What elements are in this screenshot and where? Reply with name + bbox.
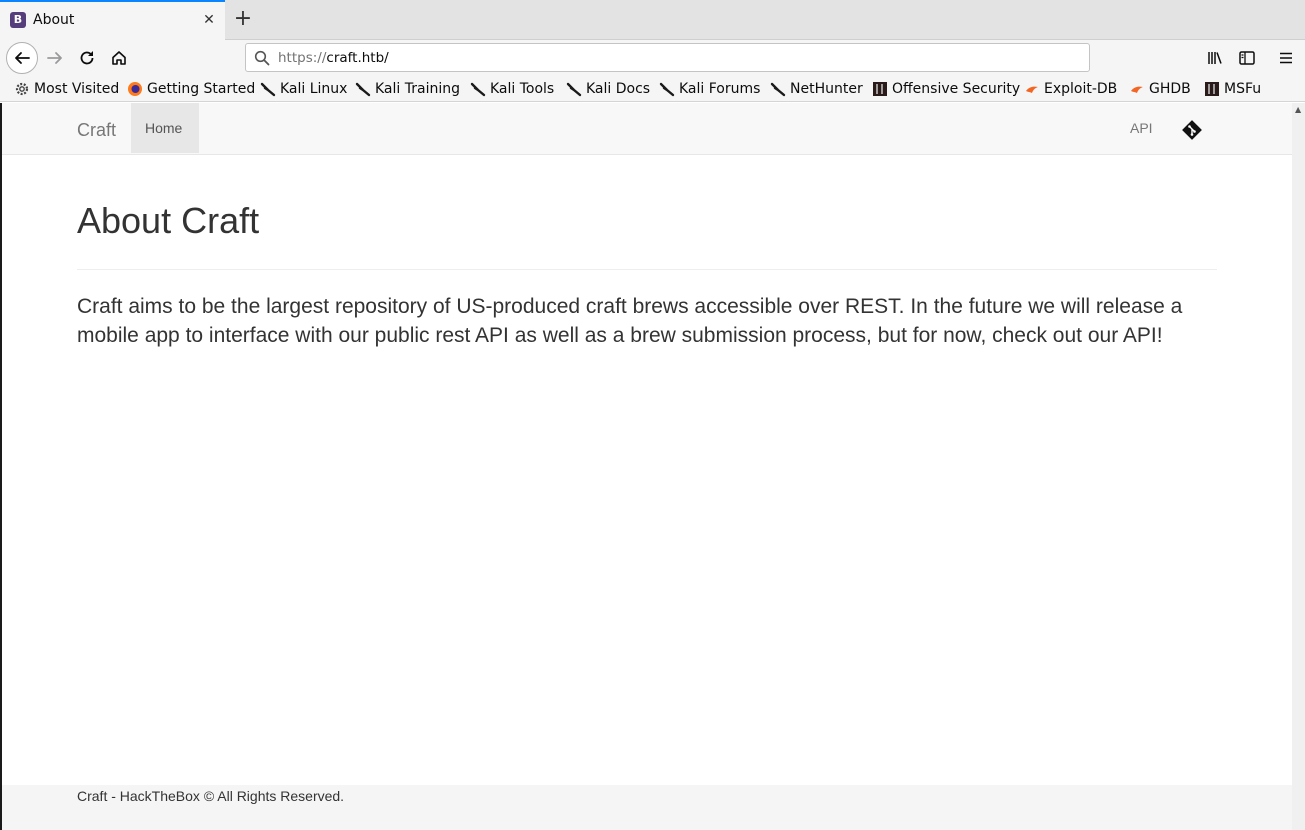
bookmark-kali-training[interactable]: Kali Training xyxy=(355,80,460,98)
browser-toolbar: https://craft.htb/ xyxy=(0,40,1305,76)
bookmark-kali-linux[interactable]: Kali Linux xyxy=(260,80,347,98)
back-button[interactable] xyxy=(6,42,38,74)
bookmark-exploit-db[interactable]: Exploit-DB xyxy=(1024,80,1117,98)
sidebar-button[interactable] xyxy=(1232,43,1262,73)
offsec-icon xyxy=(873,82,887,96)
arrow-left-icon xyxy=(15,52,30,64)
bookmark-kali-tools[interactable]: Kali Tools xyxy=(470,80,554,98)
library-button[interactable] xyxy=(1200,43,1230,73)
heading-divider xyxy=(77,269,1217,270)
git-icon[interactable] xyxy=(1181,119,1203,141)
main-content: About Craft Craft aims to be the largest… xyxy=(77,193,1217,350)
kali-dragon-icon xyxy=(659,82,675,97)
home-icon xyxy=(112,51,126,65)
kali-dragon-icon xyxy=(260,82,276,97)
url-scheme: https:// xyxy=(278,50,327,66)
site-footer: Craft - HackTheBox © All Rights Reserved… xyxy=(2,785,1292,830)
menu-button[interactable] xyxy=(1271,43,1301,73)
footer-text: Craft - HackTheBox © All Rights Reserved… xyxy=(77,788,345,804)
kali-dragon-icon xyxy=(470,82,486,97)
firefox-icon xyxy=(128,82,142,96)
bookmark-msfu[interactable]: MSFu xyxy=(1204,80,1261,98)
close-tab-icon[interactable]: ✕ xyxy=(200,11,218,29)
url-host: craft.htb/ xyxy=(326,50,389,66)
url-bar[interactable]: https://craft.htb/ xyxy=(245,43,1090,72)
bookmark-ghdb[interactable]: GHDB xyxy=(1129,80,1191,98)
hamburger-menu-icon xyxy=(1280,52,1292,64)
url-text[interactable]: https://craft.htb/ xyxy=(278,50,389,66)
bookmark-label: Kali Tools xyxy=(490,81,555,97)
bookmark-label: Exploit-DB xyxy=(1044,81,1118,97)
bookmark-label: Offensive Security xyxy=(892,81,1021,97)
site-brand[interactable]: Craft xyxy=(77,120,116,141)
bookmark-offensive-security[interactable]: Offensive Security xyxy=(872,80,1020,98)
new-tab-button[interactable]: + xyxy=(232,8,254,30)
browser-tab-active[interactable]: B About ✕ xyxy=(0,0,225,40)
site-navbar: Craft Home API xyxy=(2,103,1292,155)
search-icon xyxy=(254,50,270,66)
page-viewport: Craft Home API About Craft Craft aims to… xyxy=(0,103,1292,830)
kali-dragon-icon xyxy=(770,82,786,97)
bookmark-most-visited[interactable]: Most Visited xyxy=(14,80,119,98)
library-icon xyxy=(1208,52,1222,64)
tab-title: About xyxy=(33,12,75,28)
sidebar-icon xyxy=(1239,51,1255,65)
bookmark-kali-docs[interactable]: Kali Docs xyxy=(566,80,650,98)
bookmark-label: Getting Started xyxy=(147,81,256,97)
reload-button[interactable] xyxy=(72,43,102,73)
bookmark-label: MSFu xyxy=(1224,81,1262,97)
bookmark-label: Kali Linux xyxy=(280,81,348,97)
nav-home-label: Home xyxy=(145,120,183,136)
scroll-up-icon[interactable]: ▲ xyxy=(1295,105,1301,114)
nav-api-link[interactable]: API xyxy=(1130,120,1153,136)
bookmark-getting-started[interactable]: Getting Started xyxy=(127,80,255,98)
offsec-icon xyxy=(1205,82,1219,96)
bookmark-label: Kali Forums xyxy=(679,81,761,97)
bookmark-label: Most Visited xyxy=(34,81,120,97)
exploitdb-icon xyxy=(1026,86,1038,93)
bookmarks-toolbar: Most Visited Getting Started Kali Linux … xyxy=(0,76,1305,102)
bookmark-label: Kali Docs xyxy=(586,81,651,97)
nav-home-link[interactable]: Home xyxy=(131,103,199,153)
page-scrollbar[interactable]: ▲ xyxy=(1292,103,1305,830)
arrow-right-icon xyxy=(47,52,62,64)
kali-dragon-icon xyxy=(566,82,582,97)
forward-button[interactable] xyxy=(40,43,70,73)
bookmark-kali-forums[interactable]: Kali Forums xyxy=(659,80,760,98)
exploitdb-icon xyxy=(1131,86,1143,93)
bootstrap-favicon-icon: B xyxy=(10,12,26,28)
gear-icon xyxy=(15,82,29,96)
page-title: About Craft xyxy=(77,200,260,241)
bookmark-label: Kali Training xyxy=(375,81,460,97)
bookmark-nethunter[interactable]: NetHunter xyxy=(770,80,863,98)
home-button[interactable] xyxy=(104,43,134,73)
lead-paragraph: Craft aims to be the largest repository … xyxy=(77,295,1183,347)
kali-dragon-icon xyxy=(355,82,371,97)
bookmark-label: GHDB xyxy=(1149,81,1191,97)
reload-icon xyxy=(80,51,94,65)
tab-strip: B About ✕ + xyxy=(0,0,1305,40)
bookmark-label: NetHunter xyxy=(790,81,863,97)
